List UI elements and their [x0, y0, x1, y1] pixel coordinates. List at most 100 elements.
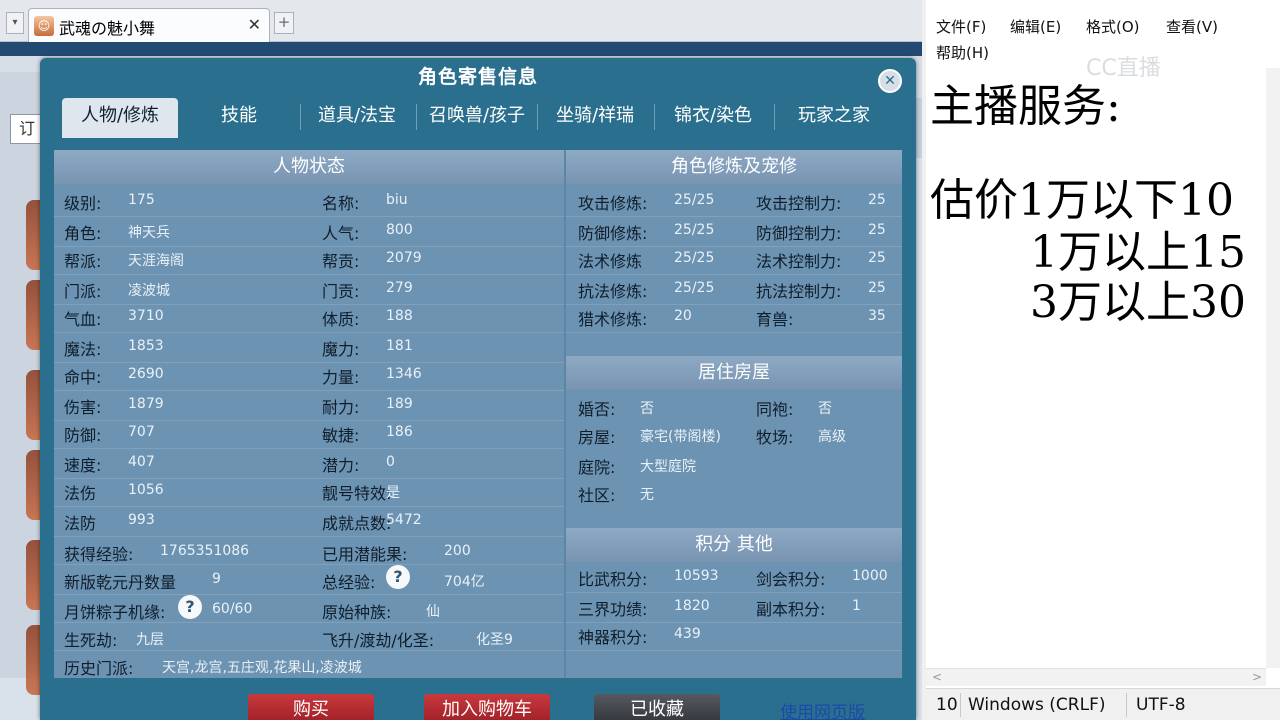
new-tab-button[interactable]: +	[274, 12, 294, 34]
tab-pets[interactable]: 召唤兽/孩子	[418, 98, 536, 138]
stat-label: 门贡:	[322, 282, 360, 301]
text-line: 3万以上30	[1030, 277, 1246, 328]
stat-label: 靓号特效:	[322, 484, 392, 503]
menu-view[interactable]: 查看(V)	[1166, 16, 1218, 37]
cultivation-value: 20	[674, 308, 692, 324]
stat-label: 角色:	[64, 224, 102, 243]
cultivation-label: 抗法修炼:	[578, 282, 648, 301]
score-label: 比武积分:	[578, 570, 648, 589]
control-label: 法术控制力:	[756, 252, 842, 271]
web-version-link[interactable]: 使用网页版	[780, 698, 865, 720]
stat-value: 1346	[386, 366, 422, 382]
origin-race-value: 仙	[426, 604, 440, 620]
tab-list-dropdown[interactable]: ▾	[6, 12, 24, 34]
menu-file[interactable]: 文件(F)	[936, 16, 986, 37]
exp-label: 获得经验:	[64, 545, 134, 564]
section-header: 居住房屋	[566, 356, 902, 390]
stat-value: 186	[386, 424, 413, 440]
score-label: 神器积分:	[578, 628, 648, 647]
score-value: 10593	[674, 568, 719, 584]
score-label: 三界功绩:	[578, 600, 648, 619]
control-value: 25	[868, 250, 886, 266]
stat-label: 魔法:	[64, 340, 102, 359]
help-icon[interactable]: ?	[178, 595, 202, 619]
stat-value: 175	[128, 192, 155, 208]
community-value: 无	[640, 487, 654, 503]
tab-close-icon[interactable]: ✕	[248, 15, 261, 34]
qianyuan-value: 9	[212, 571, 221, 587]
stat-value: 188	[386, 308, 413, 324]
help-icon[interactable]: ?	[386, 565, 410, 589]
stat-value: 1879	[128, 396, 164, 412]
control-label: 防御控制力:	[756, 224, 842, 243]
row-divider	[54, 650, 564, 651]
stat-label: 潜力:	[322, 456, 360, 475]
dialog-tabs: 人物/修炼 技能 道具/法宝 召唤兽/孩子 坐骑/祥瑞 锦衣/染色 玩家之家	[40, 98, 916, 138]
stat-label: 伤害:	[64, 398, 102, 417]
add-to-cart-button[interactable]: 加入购物车	[424, 694, 550, 720]
status-divider	[1126, 693, 1127, 717]
row-divider	[54, 246, 564, 247]
section-header: 角色修炼及宠修	[566, 150, 902, 184]
stat-label: 法防	[64, 514, 97, 533]
stat-value: 707	[128, 424, 155, 440]
role-sale-dialog: 角色寄售信息 ✕ 人物/修炼 技能 道具/法宝 召唤兽/孩子 坐骑/祥瑞 锦衣/…	[40, 58, 916, 720]
row-divider	[54, 448, 564, 449]
stat-value: 407	[128, 454, 155, 470]
tab-player-home[interactable]: 玩家之家	[776, 98, 892, 138]
mooncake-value: 60/60	[212, 601, 253, 617]
encoding: UTF-8	[1136, 695, 1186, 715]
stat-value: 993	[128, 512, 155, 528]
exp-value: 1765351086	[160, 543, 250, 559]
tab-skills[interactable]: 技能	[180, 98, 298, 138]
status-panel: 人物状态 级别: 175 角色: 神天兵 帮派: 天涯海阁 门派: 凌波城 气血: 3710 魔法:…	[54, 150, 564, 678]
status-bar: 10 Windows (CRLF) UTF-8	[926, 688, 1280, 720]
stat-value: 3710	[128, 308, 164, 324]
scroll-left-icon[interactable]: <	[932, 669, 942, 685]
stat-label: 气血:	[64, 310, 102, 329]
dialog-content: 人物状态 级别: 175 角色: 神天兵 帮派: 天涯海阁 门派: 凌波城 气血: 3710 魔法:…	[54, 150, 902, 678]
menu-edit[interactable]: 编辑(E)	[1010, 16, 1061, 37]
section-header: 人物状态	[54, 150, 564, 184]
mooncake-label: 月饼粽子机缘:	[64, 603, 166, 622]
section-header: 积分 其他	[566, 528, 902, 562]
stat-value: 279	[386, 280, 413, 296]
stat-value: 0	[386, 454, 395, 470]
tab-items[interactable]: 道具/法宝	[302, 98, 412, 138]
menu-format[interactable]: 格式(O)	[1086, 16, 1140, 37]
horizontal-scrollbar[interactable]: < >	[926, 668, 1266, 686]
tab-character[interactable]: 人物/修炼	[62, 98, 178, 138]
scroll-right-icon[interactable]: >	[1252, 669, 1262, 685]
control-label: 育兽:	[756, 310, 794, 329]
tab-title: 武魂の魅小舞	[59, 19, 156, 38]
cultivation-label: 防御修炼:	[578, 224, 648, 243]
row-divider	[566, 304, 902, 305]
browser-tab[interactable]: ☺ 武魂の魅小舞 ✕	[28, 8, 270, 42]
house-label: 房屋:	[578, 428, 616, 447]
screen: ▾ ☺ 武魂の魅小舞 ✕ + 订 角色寄售信息 ✕ 人物/修炼 技能 道具/法宝	[0, 0, 1280, 720]
score-value: 1820	[674, 598, 710, 614]
vertical-scrollbar[interactable]	[1266, 68, 1280, 668]
row-divider	[54, 304, 564, 305]
stat-value: 天涯海阁	[128, 253, 184, 269]
menu-help[interactable]: 帮助(H)	[936, 42, 989, 63]
life-death-label: 生死劫:	[64, 631, 118, 650]
stat-label: 速度:	[64, 456, 102, 475]
married-value: 否	[640, 401, 654, 417]
buy-button[interactable]: 购买	[248, 694, 374, 720]
row-divider	[566, 332, 902, 333]
origin-race-label: 原始种族:	[322, 603, 392, 622]
qianyuan-label: 新版乾元丹数量	[64, 573, 177, 592]
tab-mounts[interactable]: 坐骑/祥瑞	[538, 98, 652, 138]
stat-value: biu	[386, 192, 408, 208]
stat-label: 体质:	[322, 310, 360, 329]
tab-divider	[654, 104, 655, 130]
row-divider	[54, 420, 564, 421]
cultivation-label: 法术修炼	[578, 252, 643, 271]
collected-button[interactable]: 已收藏	[594, 694, 720, 720]
page-order-button[interactable]: 订	[10, 114, 44, 144]
row-divider	[54, 332, 564, 333]
close-icon[interactable]: ✕	[878, 69, 902, 93]
tab-outfits[interactable]: 锦衣/染色	[656, 98, 770, 138]
line-ending: Windows (CRLF)	[968, 695, 1106, 715]
